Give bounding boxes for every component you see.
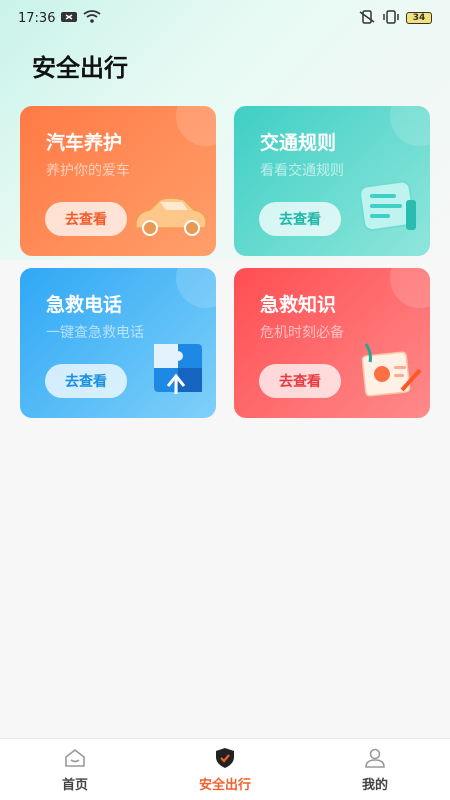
- bottom-tab-bar: 首页 安全出行 我的: [0, 738, 450, 800]
- card-title: 急救知识: [260, 294, 337, 316]
- card-title: 交通规则: [260, 132, 337, 154]
- card-emergency-phone[interactable]: 急救电话 一键查急救电话 去查看: [20, 268, 216, 418]
- vibrate-icon: [382, 9, 400, 27]
- puzzle-icon: [146, 334, 210, 404]
- status-time: 17:36: [18, 10, 56, 26]
- card-subtitle: 一键查急救电话: [46, 325, 144, 341]
- tab-mine[interactable]: 我的: [300, 739, 450, 800]
- vibrate-off-icon: [358, 9, 376, 27]
- card-traffic-rules[interactable]: 交通规则 看看交通规则 去查看: [234, 106, 430, 256]
- card-subtitle: 危机时刻必备: [260, 325, 344, 341]
- tab-safe-travel[interactable]: 安全出行: [150, 739, 300, 800]
- card-title: 急救电话: [46, 294, 123, 316]
- view-button[interactable]: 去查看: [45, 202, 127, 236]
- tab-label: 首页: [61, 778, 88, 793]
- tab-label: 我的: [361, 778, 388, 793]
- view-button[interactable]: 去查看: [259, 202, 341, 236]
- view-button[interactable]: 去查看: [259, 364, 341, 398]
- car-icon: [130, 190, 210, 242]
- card-title: 汽车养护: [46, 132, 123, 154]
- page-title: 安全出行: [32, 54, 128, 82]
- tab-home[interactable]: 首页: [0, 739, 150, 800]
- home-icon: [65, 748, 85, 767]
- tab-label: 安全出行: [198, 778, 251, 793]
- card-first-aid-knowledge[interactable]: 急救知识 危机时刻必备 去查看: [234, 268, 430, 418]
- card-car-maintenance[interactable]: 汽车养护 养护你的爱车 去查看: [20, 106, 216, 256]
- notification-icon: [61, 11, 78, 26]
- battery-indicator: 34: [406, 12, 432, 24]
- shield-check-icon: [216, 748, 234, 768]
- clipboard-icon: [352, 340, 424, 404]
- card-subtitle: 养护你的爱车: [46, 163, 130, 179]
- card-subtitle: 看看交通规则: [260, 163, 344, 179]
- user-icon: [365, 748, 385, 768]
- status-bar: 17:36 34: [0, 0, 450, 36]
- document-icon: [356, 176, 424, 242]
- view-button[interactable]: 去查看: [45, 364, 127, 398]
- wifi-icon: [83, 10, 102, 26]
